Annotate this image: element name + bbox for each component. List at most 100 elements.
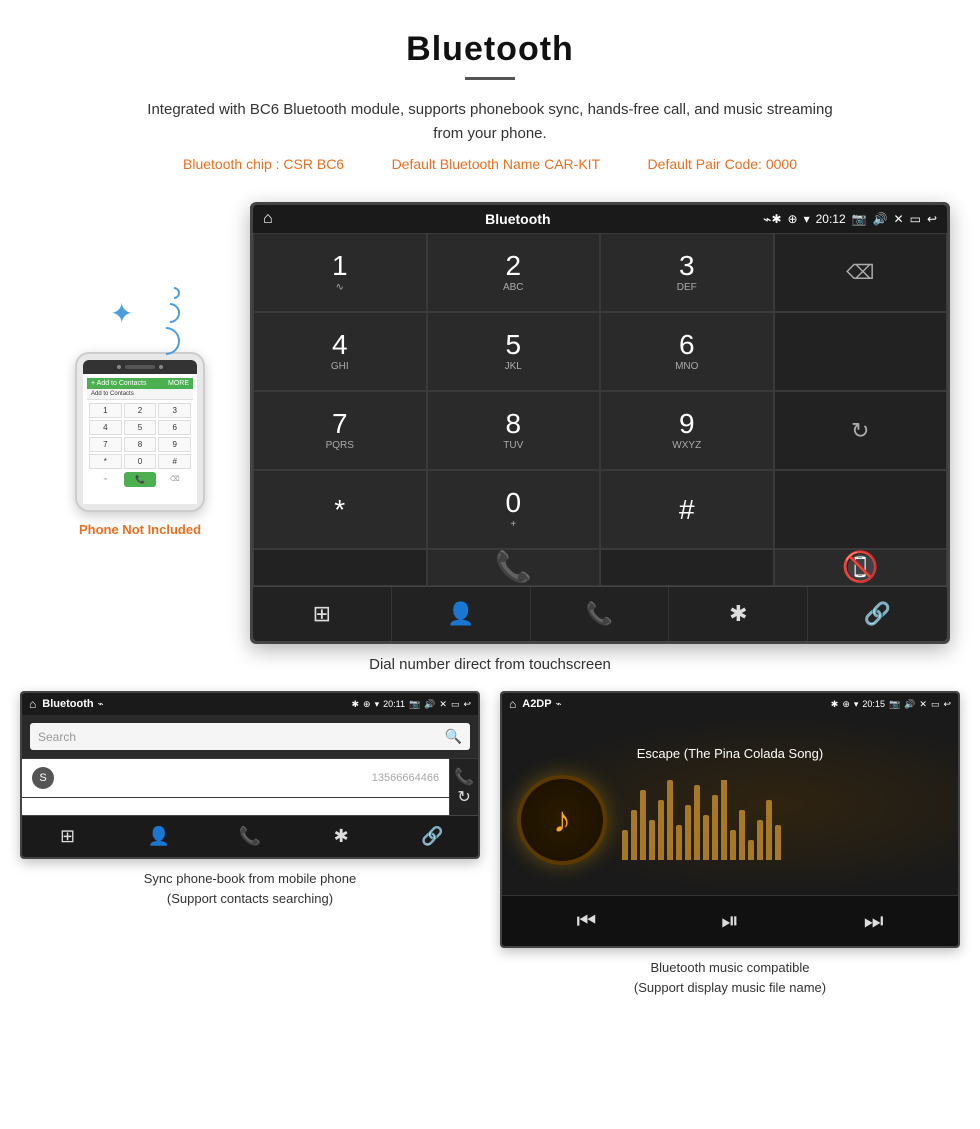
location-icon: ⊕ [788,212,798,226]
pb-bottom-link-btn[interactable]: 🔗 [387,816,478,857]
pb-title: Bluetooth [42,698,93,710]
bottom-call-btn[interactable]: 📞 [531,587,670,641]
wifi-status-icon: ▾ [804,212,810,226]
phone-mockup: + Add to Contacts MORE Add to Contacts 1… [75,352,205,512]
dial-key-hash[interactable]: # [600,470,774,549]
dial-key-backspace[interactable]: ⌫ [774,233,948,312]
bottom-keypad-btn[interactable]: ⊞ [253,587,392,641]
pb-home-icon[interactable]: ⌂ [29,697,36,711]
vis-bar [631,810,637,860]
pb-search-icon: 🔍 [445,728,462,745]
pb-contact-number: 13566664466 [372,772,439,784]
window-icon[interactable]: ▭ [910,212,921,226]
pb-bottom-person-btn[interactable]: 👤 [113,816,204,857]
dial-key-8[interactable]: 8 TUV [427,391,601,470]
music-wrapper: ⌂ A2DP ⌁ ✱ ⊕ ▾ 20:15 📷 🔊 ✕ ▭ ↩ Escape (T… [500,691,960,1002]
music-close-icon[interactable]: ✕ [919,699,927,710]
dial-key-1[interactable]: 1 ∿ [253,233,427,312]
phone-backspace[interactable]: ⌫ [158,472,191,487]
phone-key-5[interactable]: 5 [124,420,157,435]
dial-home-icon[interactable]: ⌂ [263,210,273,228]
pb-search-field[interactable]: Search 🔍 [30,723,470,750]
music-home-icon[interactable]: ⌂ [509,697,516,711]
back-icon[interactable]: ↩ [927,212,937,226]
header-description: Integrated with BC6 Bluetooth module, su… [140,98,840,146]
vis-bar [640,790,646,860]
pb-right-phone-icon[interactable]: 📞 [454,767,474,787]
phone-key-3[interactable]: 3 [158,403,191,418]
dial-key-6[interactable]: 6 MNO [600,312,774,391]
dial-key-2[interactable]: 2 ABC [427,233,601,312]
dial-status-right: ✱ ⊕ ▾ 20:12 📷 🔊 ✕ ▭ ↩ [771,212,937,226]
phone-key-2[interactable]: 2 [124,403,157,418]
dial-call-green[interactable]: 📞 [427,549,601,586]
pb-back-icon[interactable]: ↩ [463,699,471,710]
phone-call-button[interactable]: 📞 [124,472,157,487]
play-pause-btn[interactable]: ⏯ [721,908,739,934]
pb-win-icon[interactable]: ▭ [451,699,460,710]
bt-status-icon: ✱ [771,212,781,226]
phone-key-4[interactable]: 4 [89,420,122,435]
pb-usb-icon: ⌁ [98,699,104,710]
dial-key-9[interactable]: 9 WXYZ [600,391,774,470]
dial-call-red[interactable]: 📵 [774,549,948,586]
title-underline [465,77,515,80]
wifi-arc-1 [166,285,183,302]
pb-loc-icon: ⊕ [363,699,371,710]
vis-bar [712,795,718,860]
phone-key-8[interactable]: 8 [124,437,157,452]
pb-contact-list: S Seicane 13566664466 [22,759,449,815]
dial-sub-8: TUV [503,440,523,451]
phone-key-hash[interactable]: # [158,454,191,469]
dial-key-empty-r2 [774,312,948,391]
lower-screens-section: ⌂ Bluetooth ⌁ ✱ ⊕ ▾ 20:11 📷 🔊 ✕ ▭ ↩ [0,691,980,1022]
red-call-icon: 📵 [842,550,879,585]
dial-key-4[interactable]: 4 GHI [253,312,427,391]
close-icon[interactable]: ✕ [894,212,904,226]
pb-bottom-bt-btn[interactable]: ✱ [296,816,387,857]
pb-bottom-grid-btn[interactable]: ⊞ [22,816,113,857]
dial-key-7[interactable]: 7 PQRS [253,391,427,470]
pb-vol-icon: 🔊 [424,699,435,710]
phone-key-1[interactable]: 1 [89,403,122,418]
wifi-arc-3 [146,321,186,361]
dial-key-star[interactable]: * [253,470,427,549]
dial-digit-1: 1 [332,252,348,280]
music-back-icon[interactable]: ↩ [943,699,951,710]
vis-bar [739,810,745,860]
pb-contact-name: Seicane [62,771,372,785]
dial-key-5[interactable]: 5 JKL [427,312,601,391]
dial-usb-icon: ⌁ [763,211,771,228]
music-bt-icon: ✱ [831,699,839,710]
volume-icon: 🔊 [873,212,888,226]
dial-call-empty [253,549,427,586]
vis-bar [694,785,700,860]
prev-btn[interactable]: ⏮ [576,908,596,934]
pb-contact-item[interactable]: S Seicane 13566664466 [22,759,449,798]
pb-right-refresh-icon[interactable]: ↻ [457,787,470,807]
dial-key-0[interactable]: 0 + [427,470,601,549]
dial-digit-hash: # [679,496,695,524]
bottom-contacts-btn[interactable]: 👤 [392,587,531,641]
bottom-link-btn[interactable]: 🔗 [808,587,947,641]
bottom-bt-btn[interactable]: ✱ [669,587,808,641]
pb-time: 20:11 [383,699,405,710]
phone-key-star[interactable]: * [89,454,122,469]
vis-bar [775,825,781,860]
pb-close-icon[interactable]: ✕ [439,699,447,710]
spec-name: Default Bluetooth Name CAR-KIT [392,156,601,172]
music-loc-icon: ⊕ [842,699,850,710]
next-btn[interactable]: ⏭ [864,908,884,934]
pb-bottom-phone-btn[interactable]: 📞 [204,816,295,857]
dial-key-refresh[interactable]: ↻ [774,391,948,470]
phone-header-action: MORE [168,380,189,387]
phone-key-0[interactable]: 0 [124,454,157,469]
phone-key-6[interactable]: 6 [158,420,191,435]
dial-key-3[interactable]: 3 DEF [600,233,774,312]
phone-contact-bar: Add to Contacts [87,389,193,400]
phone-key-7[interactable]: 7 [89,437,122,452]
green-call-icon: 📞 [495,550,532,585]
dial-digit-8: 8 [505,410,521,438]
music-win-icon[interactable]: ▭ [931,699,940,710]
phone-key-9[interactable]: 9 [158,437,191,452]
